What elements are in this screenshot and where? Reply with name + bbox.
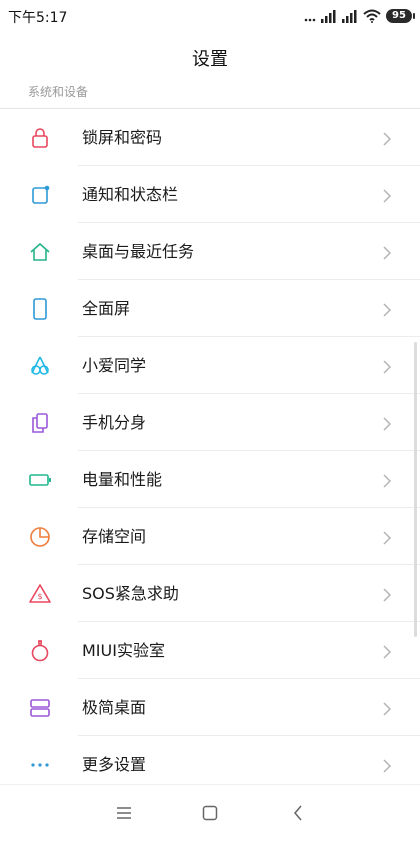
fullscreen-phone-icon xyxy=(28,297,52,321)
chevron-right-icon xyxy=(382,131,392,146)
chevron-right-icon xyxy=(382,758,392,773)
settings-item-label: 锁屏和密码 xyxy=(82,128,163,147)
settings-item-simple-desktop[interactable]: 极简桌面 xyxy=(0,679,420,736)
settings-item-label: 桌面与最近任务 xyxy=(82,242,195,261)
chevron-right-icon xyxy=(382,530,392,545)
home-square-icon[interactable] xyxy=(198,803,222,823)
header: 设置 xyxy=(0,32,420,84)
settings-item-label: MIUI实验室 xyxy=(82,641,165,660)
settings-item-second-space[interactable]: 手机分身 xyxy=(0,394,420,451)
battery-indicator: 95 xyxy=(386,9,415,23)
settings-item-label: 更多设置 xyxy=(82,755,147,774)
more-dots-icon xyxy=(28,753,52,777)
dual-phone-icon xyxy=(28,411,52,435)
status-time: 下午5:17 xyxy=(8,10,68,26)
settings-item-notifications[interactable]: 通知和状态栏 xyxy=(0,166,420,223)
settings-item-label: 存储空间 xyxy=(82,527,147,546)
notification-icon xyxy=(28,183,52,207)
lock-icon xyxy=(28,126,52,150)
signal-strength-icon xyxy=(321,9,337,23)
settings-item-label: 电量和性能 xyxy=(82,470,163,489)
sos-icon: $ xyxy=(28,582,52,606)
chevron-right-icon xyxy=(382,302,392,317)
chevron-right-icon xyxy=(382,644,392,659)
scrollbar[interactable] xyxy=(414,342,417,637)
settings-list-container[interactable]: 系统和设备 锁屏和密码 通知和状态栏 桌面与最近任务 全面屏 小爱同学 手机分身… xyxy=(0,84,420,784)
chevron-right-icon xyxy=(382,701,392,716)
chevron-right-icon xyxy=(382,587,392,602)
settings-item-label: 全面屏 xyxy=(82,299,131,318)
settings-item-battery-performance[interactable]: 电量和性能 xyxy=(0,451,420,508)
chevron-right-icon xyxy=(382,473,392,488)
menu-icon[interactable] xyxy=(112,803,136,823)
battery-icon xyxy=(28,468,52,492)
chevron-right-icon xyxy=(382,416,392,431)
signal-dots-icon xyxy=(304,10,316,22)
settings-item-label: 手机分身 xyxy=(82,413,147,432)
settings-item-sos[interactable]: $ SOS紧急求助 xyxy=(0,565,420,622)
settings-item-label: 极简桌面 xyxy=(82,698,147,717)
settings-item-storage[interactable]: 存储空间 xyxy=(0,508,420,565)
status-bar: 下午5:17 95 xyxy=(0,0,420,32)
section-label: 系统和设备 xyxy=(28,85,89,99)
settings-item-label: 小爱同学 xyxy=(82,356,147,375)
lab-flask-icon xyxy=(28,639,52,663)
settings-item-more-settings[interactable]: 更多设置 xyxy=(0,736,420,784)
wifi-icon xyxy=(363,9,381,23)
signal-strength-2-icon xyxy=(342,9,358,23)
settings-item-miui-lab[interactable]: MIUI实验室 xyxy=(0,622,420,679)
settings-item-label: 通知和状态栏 xyxy=(82,185,179,204)
storage-pie-icon xyxy=(28,525,52,549)
chevron-right-icon xyxy=(382,245,392,260)
chevron-right-icon xyxy=(382,359,392,374)
settings-item-lock-screen[interactable]: 锁屏和密码 xyxy=(0,109,420,166)
navigation-bar xyxy=(0,784,420,841)
page-title: 设置 xyxy=(192,49,228,70)
xiaoai-icon xyxy=(28,354,52,378)
home-icon xyxy=(28,240,52,264)
settings-item-label: SOS紧急求助 xyxy=(82,584,179,603)
svg-text:$: $ xyxy=(37,592,42,601)
settings-item-fullscreen[interactable]: 全面屏 xyxy=(0,280,420,337)
simple-desktop-icon xyxy=(28,696,52,720)
settings-list: 锁屏和密码 通知和状态栏 桌面与最近任务 全面屏 小爱同学 手机分身 电量和性能… xyxy=(0,109,420,784)
status-icons: 95 xyxy=(304,7,415,25)
chevron-right-icon xyxy=(382,188,392,203)
back-icon[interactable] xyxy=(286,803,310,823)
settings-item-xiaoai[interactable]: 小爱同学 xyxy=(0,337,420,394)
settings-item-desktop-recents[interactable]: 桌面与最近任务 xyxy=(0,223,420,280)
